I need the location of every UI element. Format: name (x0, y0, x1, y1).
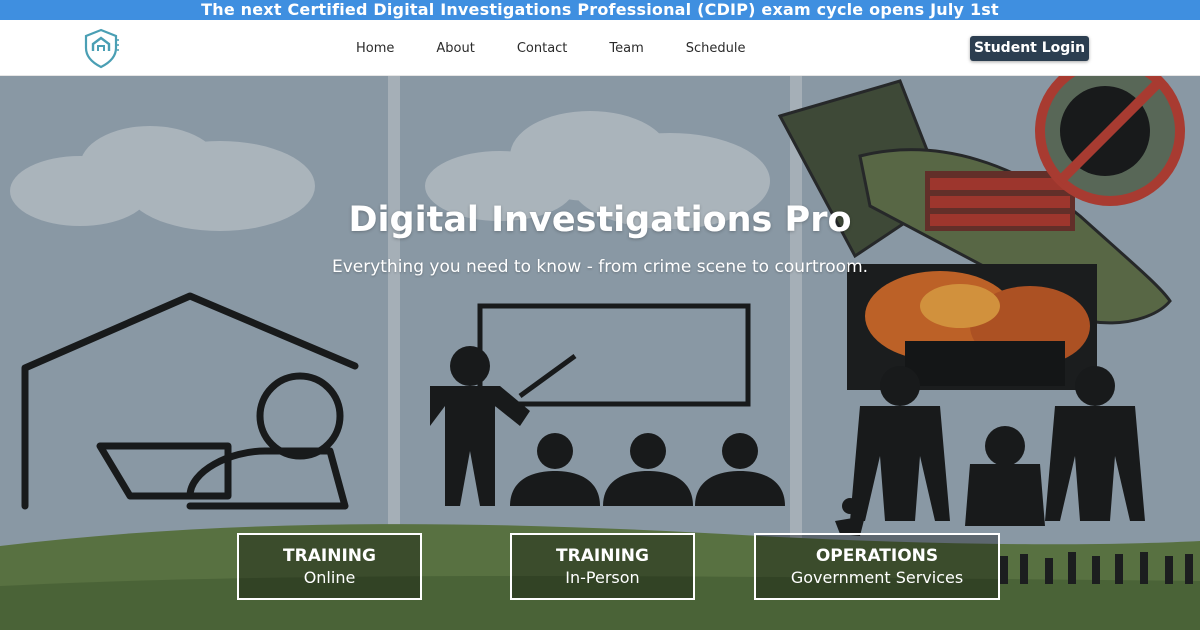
shield-house-icon[interactable] (80, 27, 122, 69)
card-title: TRAINING (283, 546, 376, 566)
nav-contact[interactable]: Contact (517, 41, 568, 56)
operations-card[interactable]: OPERATIONS Government Services (754, 533, 1000, 600)
card-subtitle: Government Services (790, 568, 964, 587)
training-in-person-card[interactable]: TRAINING In-Person (510, 533, 695, 600)
nav-schedule[interactable]: Schedule (686, 41, 746, 56)
student-login-button[interactable]: Student Login (970, 36, 1089, 61)
site-header: Home About Contact Team Schedule Student… (0, 20, 1200, 76)
nav-about[interactable]: About (436, 41, 474, 56)
hero-title: Digital Investigations Pro (348, 200, 852, 240)
training-online-card[interactable]: TRAINING Online (237, 533, 422, 600)
main-nav: Home About Contact Team Schedule (356, 20, 746, 76)
card-title: TRAINING (556, 546, 649, 566)
card-title: OPERATIONS (815, 546, 939, 566)
card-subtitle: In-Person (565, 568, 640, 587)
hero-section: Digital Investigations Pro Everything yo… (0, 76, 1200, 630)
nav-home[interactable]: Home (356, 41, 394, 56)
hero-subtitle: Everything you need to know - from crime… (331, 257, 869, 277)
nav-team[interactable]: Team (609, 41, 643, 56)
card-subtitle: Online (303, 568, 356, 587)
announcement-bar: The next Certified Digital Investigation… (0, 0, 1200, 20)
